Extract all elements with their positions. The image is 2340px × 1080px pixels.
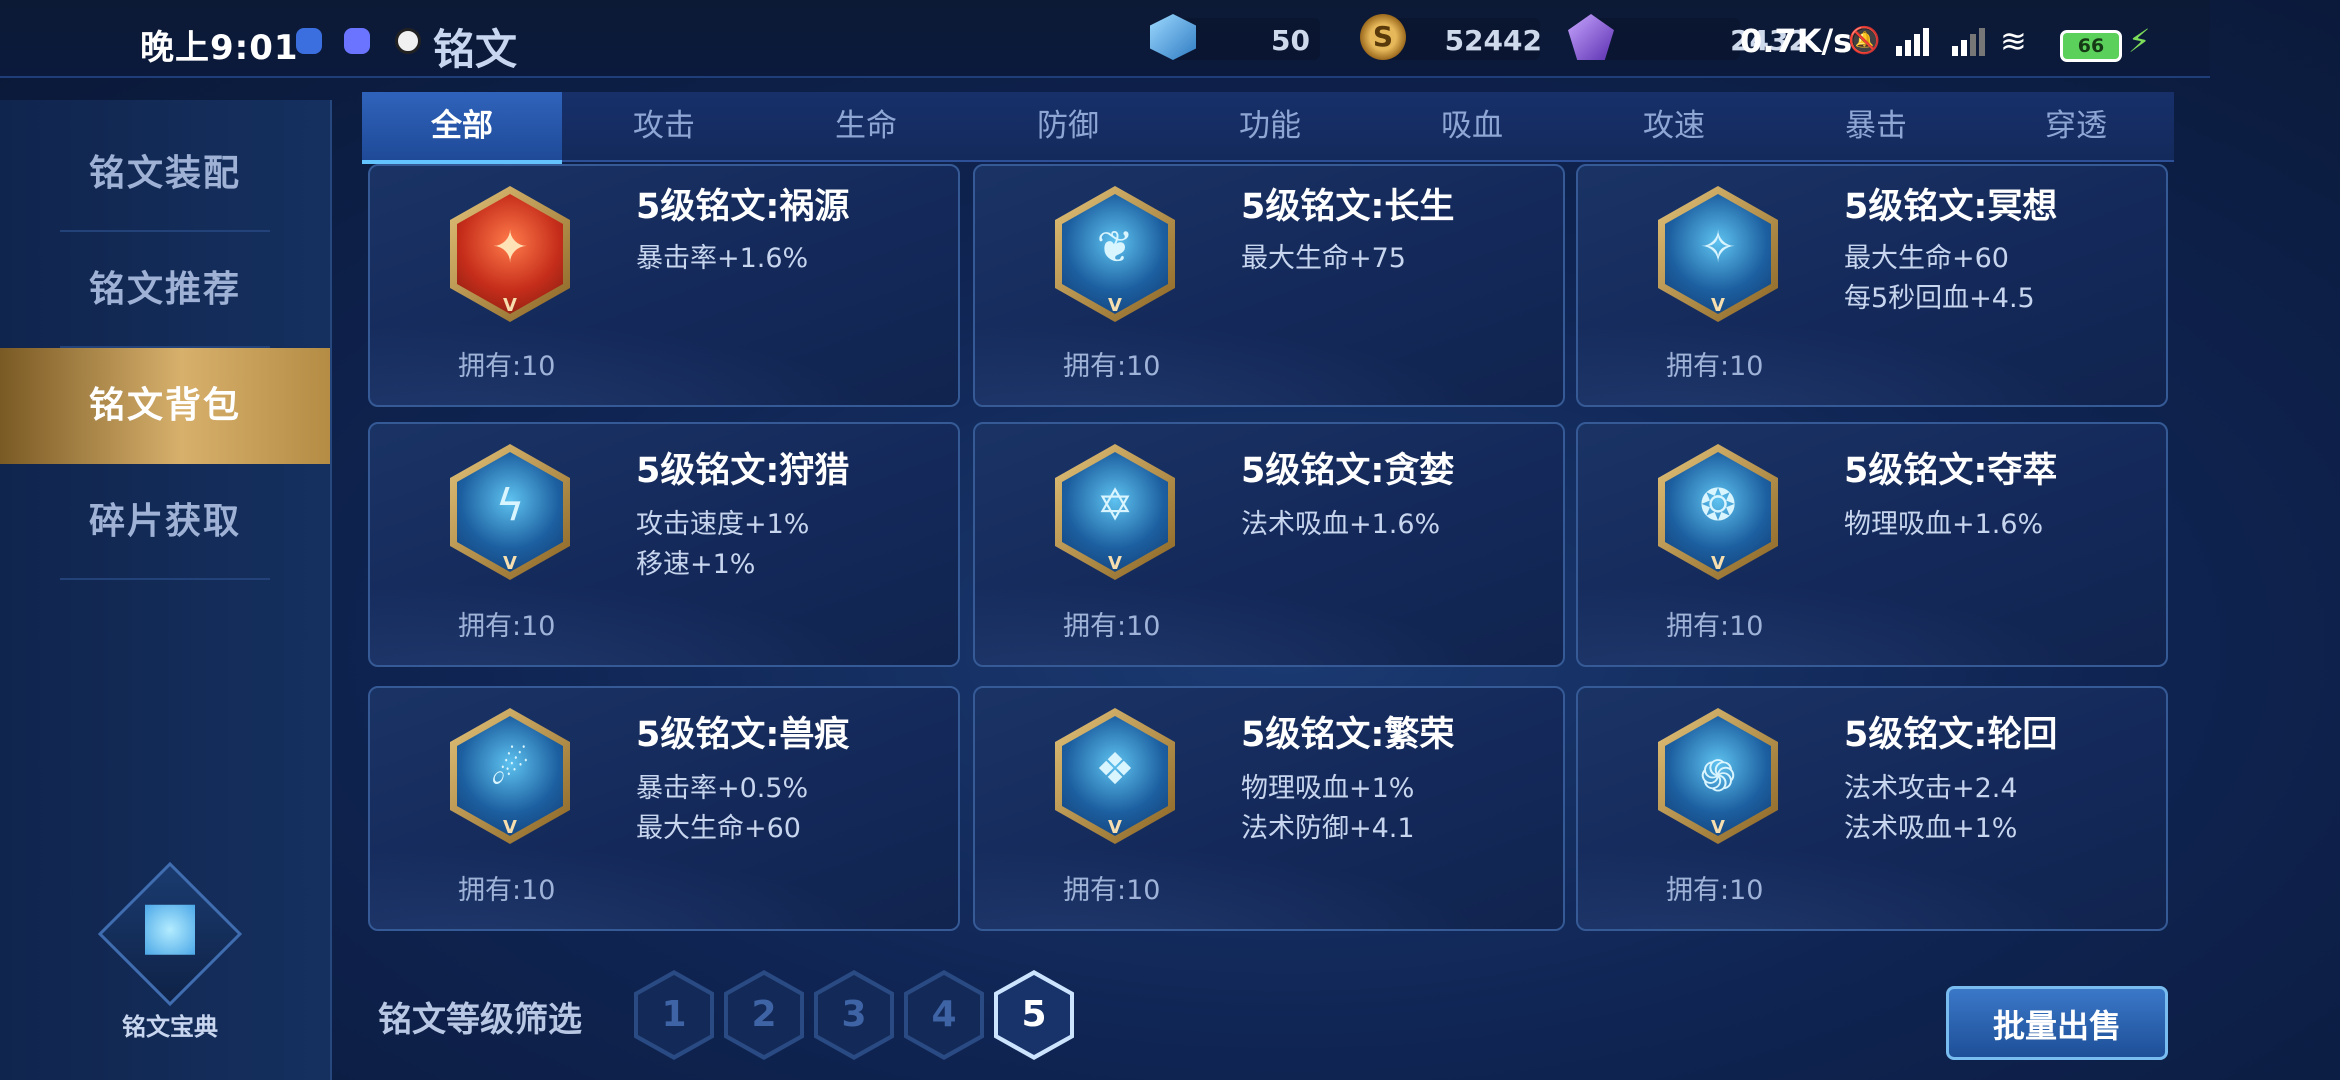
rune-mingxiang-icon: ✧ V	[1658, 186, 1778, 322]
level-filter-5[interactable]: 5	[994, 970, 1074, 1060]
status-time: 晚上9:01	[140, 28, 299, 68]
tab-health[interactable]: 生命	[766, 92, 966, 160]
app-notification-icon	[296, 28, 322, 54]
gold-coin-icon: S	[1360, 14, 1406, 60]
level-filter-1[interactable]: 1	[634, 970, 714, 1060]
app-notification-icon	[344, 28, 370, 54]
app-notification-icon	[395, 28, 421, 54]
tab-all[interactable]: 全部	[362, 92, 562, 164]
rune-changsheng-icon: ❦ V	[1055, 186, 1175, 322]
sidebar-item-backpack[interactable]: 铭文背包	[0, 348, 330, 464]
tab-utility[interactable]: 功能	[1170, 92, 1370, 160]
tab-defense[interactable]: 防御	[968, 92, 1168, 160]
sidebar-item-fragments[interactable]: 碎片获取	[0, 464, 330, 580]
rune-card[interactable]: ❦ V 5级铭文:长生 最大生命+75 拥有:10	[973, 164, 1565, 407]
rune-card[interactable]: ✦ V 5级铭文:祸源 暴击率+1.6% 拥有:10	[368, 164, 960, 407]
rune-card[interactable]: ֍ V 5级铭文:轮回 法术攻击+2.4 法术吸血+1% 拥有:10	[1576, 686, 2168, 931]
top-bar: 晚上9:01 铭文 50 S 52442 2432 0.7K/s 🔕 ≋ 66 …	[0, 0, 2210, 78]
rune-tanlan-icon: ✡ V	[1055, 444, 1175, 580]
rune-shouhen-icon: ☄ V	[450, 708, 570, 844]
level-filter-3[interactable]: 3	[814, 970, 894, 1060]
tab-attack-speed[interactable]: 攻速	[1574, 92, 1774, 160]
codex-book-icon	[97, 861, 243, 1007]
rune-card[interactable]: ϟV 5级铭文:狩猎 攻击速度+1% 移速+1% 拥有:10	[368, 422, 960, 667]
sidebar-item-assemble[interactable]: 铭文装配	[0, 116, 330, 232]
rune-grid: ✦ V 5级铭文:祸源 暴击率+1.6% 拥有:10 ❦ V 5级铭文:长生 最大生…	[368, 164, 2170, 940]
rune-card[interactable]: ❖ V 5级铭文:繁荣 物理吸血+1% 法术防御+4.1 拥有:10	[973, 686, 1565, 931]
tab-critical[interactable]: 暴击	[1776, 92, 1976, 160]
level-filter-2[interactable]: 2	[724, 970, 804, 1060]
charging-icon: ⚡	[2128, 22, 2151, 60]
tab-penetration[interactable]: 穿透	[1976, 92, 2176, 160]
rune-card[interactable]: ✡ V 5级铭文:贪婪 法术吸血+1.6% 拥有:10	[973, 422, 1565, 667]
rune-fanrong-icon: ❖ V	[1055, 708, 1175, 844]
battery-icon: 66	[2060, 30, 2122, 62]
codex-button[interactable]: 铭文宝典	[97, 861, 243, 1042]
bulk-sell-button[interactable]: 批量出售	[1946, 986, 2168, 1060]
sidebar: 铭文装配 铭文推荐 铭文背包 碎片获取 铭文宝典	[0, 100, 332, 1080]
rune-card[interactable]: ❂ V 5级铭文:夺萃 物理吸血+1.6% 拥有:10	[1576, 422, 2168, 667]
mute-bell-icon: 🔕	[1848, 26, 1881, 56]
tab-attack[interactable]: 攻击	[564, 92, 764, 160]
page-title: 铭文	[433, 25, 518, 74]
rune-duocui-icon: ❂ V	[1658, 444, 1778, 580]
level-filter-label: 铭文等级筛选	[378, 1000, 582, 1040]
wifi-icon: ≋	[2000, 22, 2027, 60]
rune-lunhui-icon: ֍ V	[1658, 708, 1778, 844]
rune-shoulie-icon: ϟV	[450, 444, 570, 580]
category-tabs: 全部 攻击 生命 防御 功能 吸血 攻速 暴击 穿透	[362, 92, 2176, 164]
signal-2-icon	[1952, 28, 1988, 56]
network-speed: 0.7K/s	[1740, 22, 1853, 60]
rune-card[interactable]: ✧ V 5级铭文:冥想 最大生命+60 每5秒回血+4.5 拥有:10	[1576, 164, 2168, 407]
tab-lifesteal[interactable]: 吸血	[1372, 92, 1572, 160]
rune-huoyuan-icon: ✦ V	[450, 186, 570, 322]
sidebar-item-recommend[interactable]: 铭文推荐	[0, 232, 330, 348]
rune-card[interactable]: ☄ V 5级铭文:兽痕 暴击率+0.5% 最大生命+60 拥有:10	[368, 686, 960, 931]
level-filter-4[interactable]: 4	[904, 970, 984, 1060]
signal-icon	[1896, 28, 1932, 56]
